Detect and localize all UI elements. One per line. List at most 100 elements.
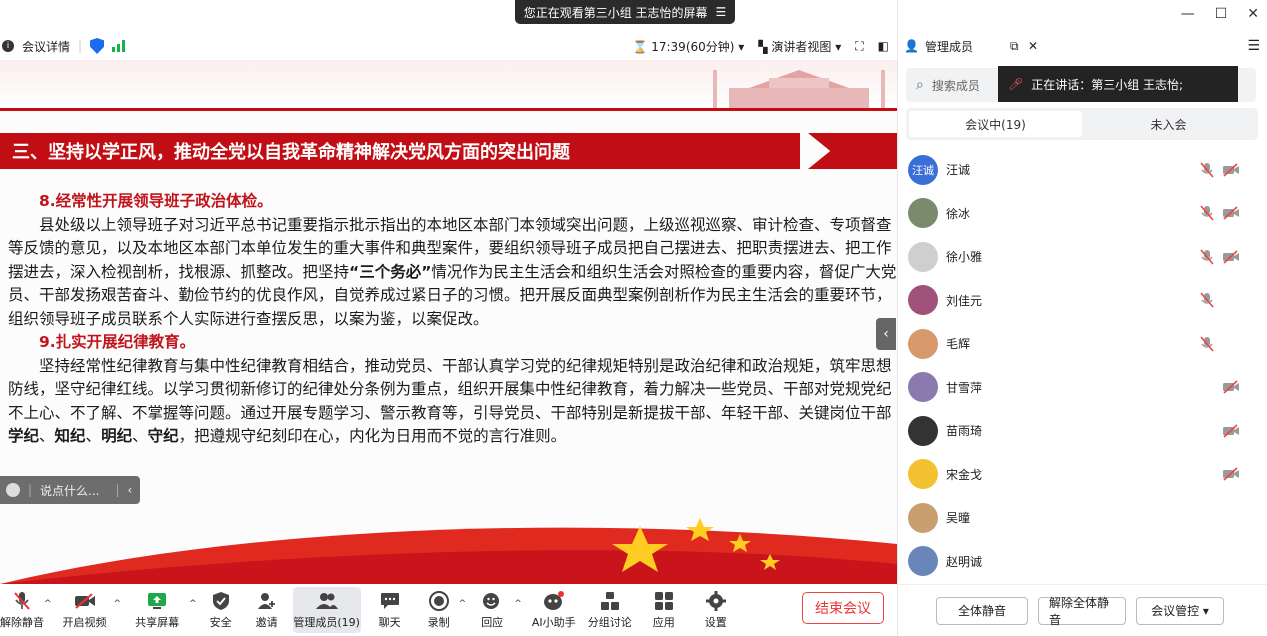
security-button[interactable]: 安全 <box>201 587 241 633</box>
tab-not-joined[interactable]: 未入会 <box>1082 111 1255 137</box>
chevron-up-icon[interactable]: ^ <box>44 599 52 609</box>
reaction-icon <box>481 590 503 612</box>
mic-off-icon[interactable] <box>1200 249 1214 265</box>
signal-icon[interactable] <box>112 40 126 52</box>
breakout-icon <box>599 590 621 612</box>
camera-off-icon[interactable] <box>1222 467 1240 481</box>
mic-off-icon[interactable] <box>1200 205 1214 221</box>
view-mode-dropdown[interactable]: ▚ 演讲者视图 ▾ <box>758 38 841 55</box>
mic-off-icon[interactable] <box>1200 336 1214 352</box>
mute-all-button[interactable]: 全体静音 <box>936 596 1028 625</box>
timer[interactable]: ⌛ 17:39(60分钟) ▾ <box>632 38 744 55</box>
security-shield-icon[interactable] <box>90 38 105 54</box>
minimize-icon[interactable]: — <box>1181 6 1195 22</box>
meeting-details-link[interactable]: 会议详情 <box>22 38 70 55</box>
mic-off-icon[interactable] <box>1200 292 1214 308</box>
paragraph-8: 县处级以上领导班子对习近平总书记重要指示批示指出的本地区本部门本领域突出问题，上… <box>8 214 897 332</box>
member-name: 吴曈 <box>946 511 971 526</box>
manage-members-button[interactable]: 管理成员(19) <box>292 587 361 633</box>
quick-chat-input[interactable]: | 说点什么... | ‹ <box>0 476 140 504</box>
mic-off-icon[interactable] <box>1200 162 1214 178</box>
member-row[interactable]: 刘佳元 <box>898 279 1267 323</box>
chevron-down-icon: ▾ <box>835 39 842 54</box>
emoji-icon[interactable] <box>6 483 20 497</box>
apps-icon <box>653 590 675 612</box>
camera-off-icon[interactable] <box>1222 163 1240 177</box>
avatar <box>908 372 938 403</box>
invite-button[interactable]: 邀请 <box>241 587 293 633</box>
member-row[interactable]: 苗雨琦 <box>898 409 1267 453</box>
toolbar-label-share: 共享屏幕 <box>135 616 180 629</box>
meeting-control-dropdown[interactable]: 会议管控 ▾ <box>1136 596 1224 625</box>
member-name: 苗雨琦 <box>946 424 983 439</box>
tab-in-meeting[interactable]: 会议中(19) <box>909 111 1082 137</box>
panel-header: 👤 管理成员 ⧉ ✕ ☰ <box>898 32 1267 60</box>
toolbar-label-reaction: 回应 <box>481 616 504 629</box>
member-name: 汪诚 <box>946 163 971 178</box>
member-row[interactable]: 甘雪萍 <box>898 366 1267 410</box>
chevron-up-icon[interactable]: ^ <box>459 599 467 609</box>
chevron-up-icon[interactable]: ^ <box>189 599 197 609</box>
chevron-left-icon: ‹ <box>883 326 889 342</box>
popout-icon[interactable]: ⧉ <box>1010 39 1019 54</box>
member-name: 赵明诚 <box>946 554 983 569</box>
fullscreen-icon[interactable]: ⛶ <box>855 39 863 54</box>
apps-button[interactable]: 应用 <box>638 587 690 633</box>
menu-icon[interactable]: ☰ <box>716 5 727 19</box>
speaking-text: 正在讲话：第三小组 王志怡; <box>1031 77 1184 92</box>
record-button[interactable]: 录制 <box>419 587 459 633</box>
member-row[interactable]: 宋金戈 <box>898 453 1267 497</box>
unmute-button[interactable]: 解除静音 <box>0 587 44 633</box>
avatar <box>908 415 938 446</box>
camera-off-icon[interactable] <box>1222 250 1240 264</box>
member-row[interactable]: 徐冰 <box>898 192 1267 236</box>
camera-off-icon[interactable] <box>1222 424 1240 438</box>
chevron-up-icon[interactable]: ^ <box>114 599 122 609</box>
collapse-panel-handle[interactable]: ‹ <box>876 318 896 350</box>
share-screen-button[interactable]: 共享屏幕 <box>125 587 189 633</box>
camera-off-icon[interactable] <box>1222 380 1240 394</box>
paragraph-9-emphasis-3: 明纪 <box>101 427 133 445</box>
collapse-chat-icon[interactable]: ‹ <box>128 483 133 497</box>
member-row[interactable]: 汪诚 汪诚 <box>898 148 1267 192</box>
settings-button[interactable]: 设置 <box>690 587 742 633</box>
camera-off-icon[interactable] <box>1222 206 1240 220</box>
meeting-toolbar: 解除静音 ^ 开启视频 ^ 共享屏幕 ^ 安全 邀请 管理成员(19) 聊天 录… <box>0 584 897 636</box>
member-row[interactable]: 赵明诚 <box>898 540 1267 584</box>
share-banner[interactable]: 您正在观看第三小组 王志怡的屏幕 ☰ <box>515 0 735 24</box>
members-icon <box>315 590 338 612</box>
toolbar-label-members: 管理成员(19) <box>293 616 360 629</box>
meeting-control-label: 会议管控 <box>1151 604 1200 618</box>
member-row[interactable]: 毛辉 <box>898 322 1267 366</box>
chevron-up-icon[interactable]: ^ <box>514 599 522 609</box>
banner-text: 您正在观看第三小组 王志怡的屏幕 <box>523 5 708 20</box>
maximize-icon[interactable]: ☐ <box>1215 6 1228 22</box>
start-video-button[interactable]: 开启视频 <box>56 587 114 633</box>
chat-button[interactable]: 聊天 <box>361 587 419 633</box>
reaction-button[interactable]: 回应 <box>470 587 514 633</box>
close-panel-icon[interactable]: ✕ <box>1028 39 1038 53</box>
sidebar-toggle-icon[interactable]: ◧ <box>878 39 889 53</box>
ai-assistant-icon <box>543 590 565 612</box>
chat-placeholder: 说点什么... <box>40 483 100 498</box>
member-name: 甘雪萍 <box>946 380 983 395</box>
ai-assistant-button[interactable]: AI小助手 <box>526 587 582 633</box>
close-icon[interactable]: ✕ <box>1247 6 1259 22</box>
member-row[interactable]: 徐小雅 <box>898 235 1267 279</box>
toolbar-label-chat: 聊天 <box>378 616 401 629</box>
end-meeting-button[interactable]: 结束会议 <box>802 592 884 624</box>
toolbar-label-video: 开启视频 <box>62 616 107 629</box>
mic-off-icon <box>11 590 33 612</box>
tiananmen-decoration <box>713 70 885 110</box>
member-row[interactable]: 吴曈 <box>898 496 1267 540</box>
member-name: 徐冰 <box>946 206 971 221</box>
search-icon: ⌕ <box>916 77 924 93</box>
chevron-down-icon: ▾ <box>1202 603 1209 618</box>
avatar <box>908 502 938 533</box>
unmute-all-button[interactable]: 解除全体静音 <box>1038 596 1126 627</box>
paragraph-9-emphasis-1: 学纪 <box>8 427 40 445</box>
toolbar-label-settings: 设置 <box>704 616 727 629</box>
more-menu-icon[interactable]: ☰ <box>1247 38 1260 54</box>
breakout-button[interactable]: 分组讨论 <box>582 587 638 633</box>
chevron-down-icon: ▾ <box>738 39 745 54</box>
